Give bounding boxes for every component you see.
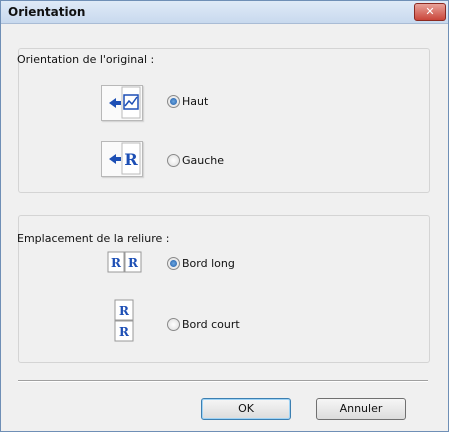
bord-court-label: Bord court <box>182 318 240 331</box>
dialog-title: Orientation <box>8 5 86 19</box>
long-edge-binding-icon: R R <box>107 251 143 273</box>
svg-text:R: R <box>128 256 139 270</box>
haut-radio[interactable] <box>167 95 180 108</box>
ok-button[interactable]: OK <box>201 398 291 420</box>
close-button[interactable]: ✕ <box>414 3 446 21</box>
binding-location-label: Emplacement de la reliure : <box>17 232 170 245</box>
gauche-label: Gauche <box>182 154 225 167</box>
orientation-dialog: Orientation ✕ Orientation de l'original … <box>0 0 449 432</box>
bord-long-radio[interactable] <box>167 257 180 270</box>
orientation-left-icon: R <box>101 141 143 177</box>
bord-long-label: Bord long <box>182 257 235 270</box>
svg-text:R: R <box>119 325 130 339</box>
divider <box>18 380 428 382</box>
original-orientation-label: Orientation de l'original : <box>17 53 155 66</box>
svg-text:R: R <box>124 150 138 169</box>
bord-court-radio[interactable] <box>167 318 180 331</box>
svg-text:R: R <box>111 256 122 270</box>
original-orientation-group <box>18 48 430 193</box>
cancel-button[interactable]: Annuler <box>316 398 406 420</box>
haut-label: Haut <box>182 95 209 108</box>
short-edge-binding-icon: R R <box>114 299 134 343</box>
gauche-radio[interactable] <box>167 154 180 167</box>
title-bar: Orientation ✕ <box>1 1 448 24</box>
svg-text:R: R <box>119 304 130 318</box>
orientation-top-icon <box>101 85 143 121</box>
